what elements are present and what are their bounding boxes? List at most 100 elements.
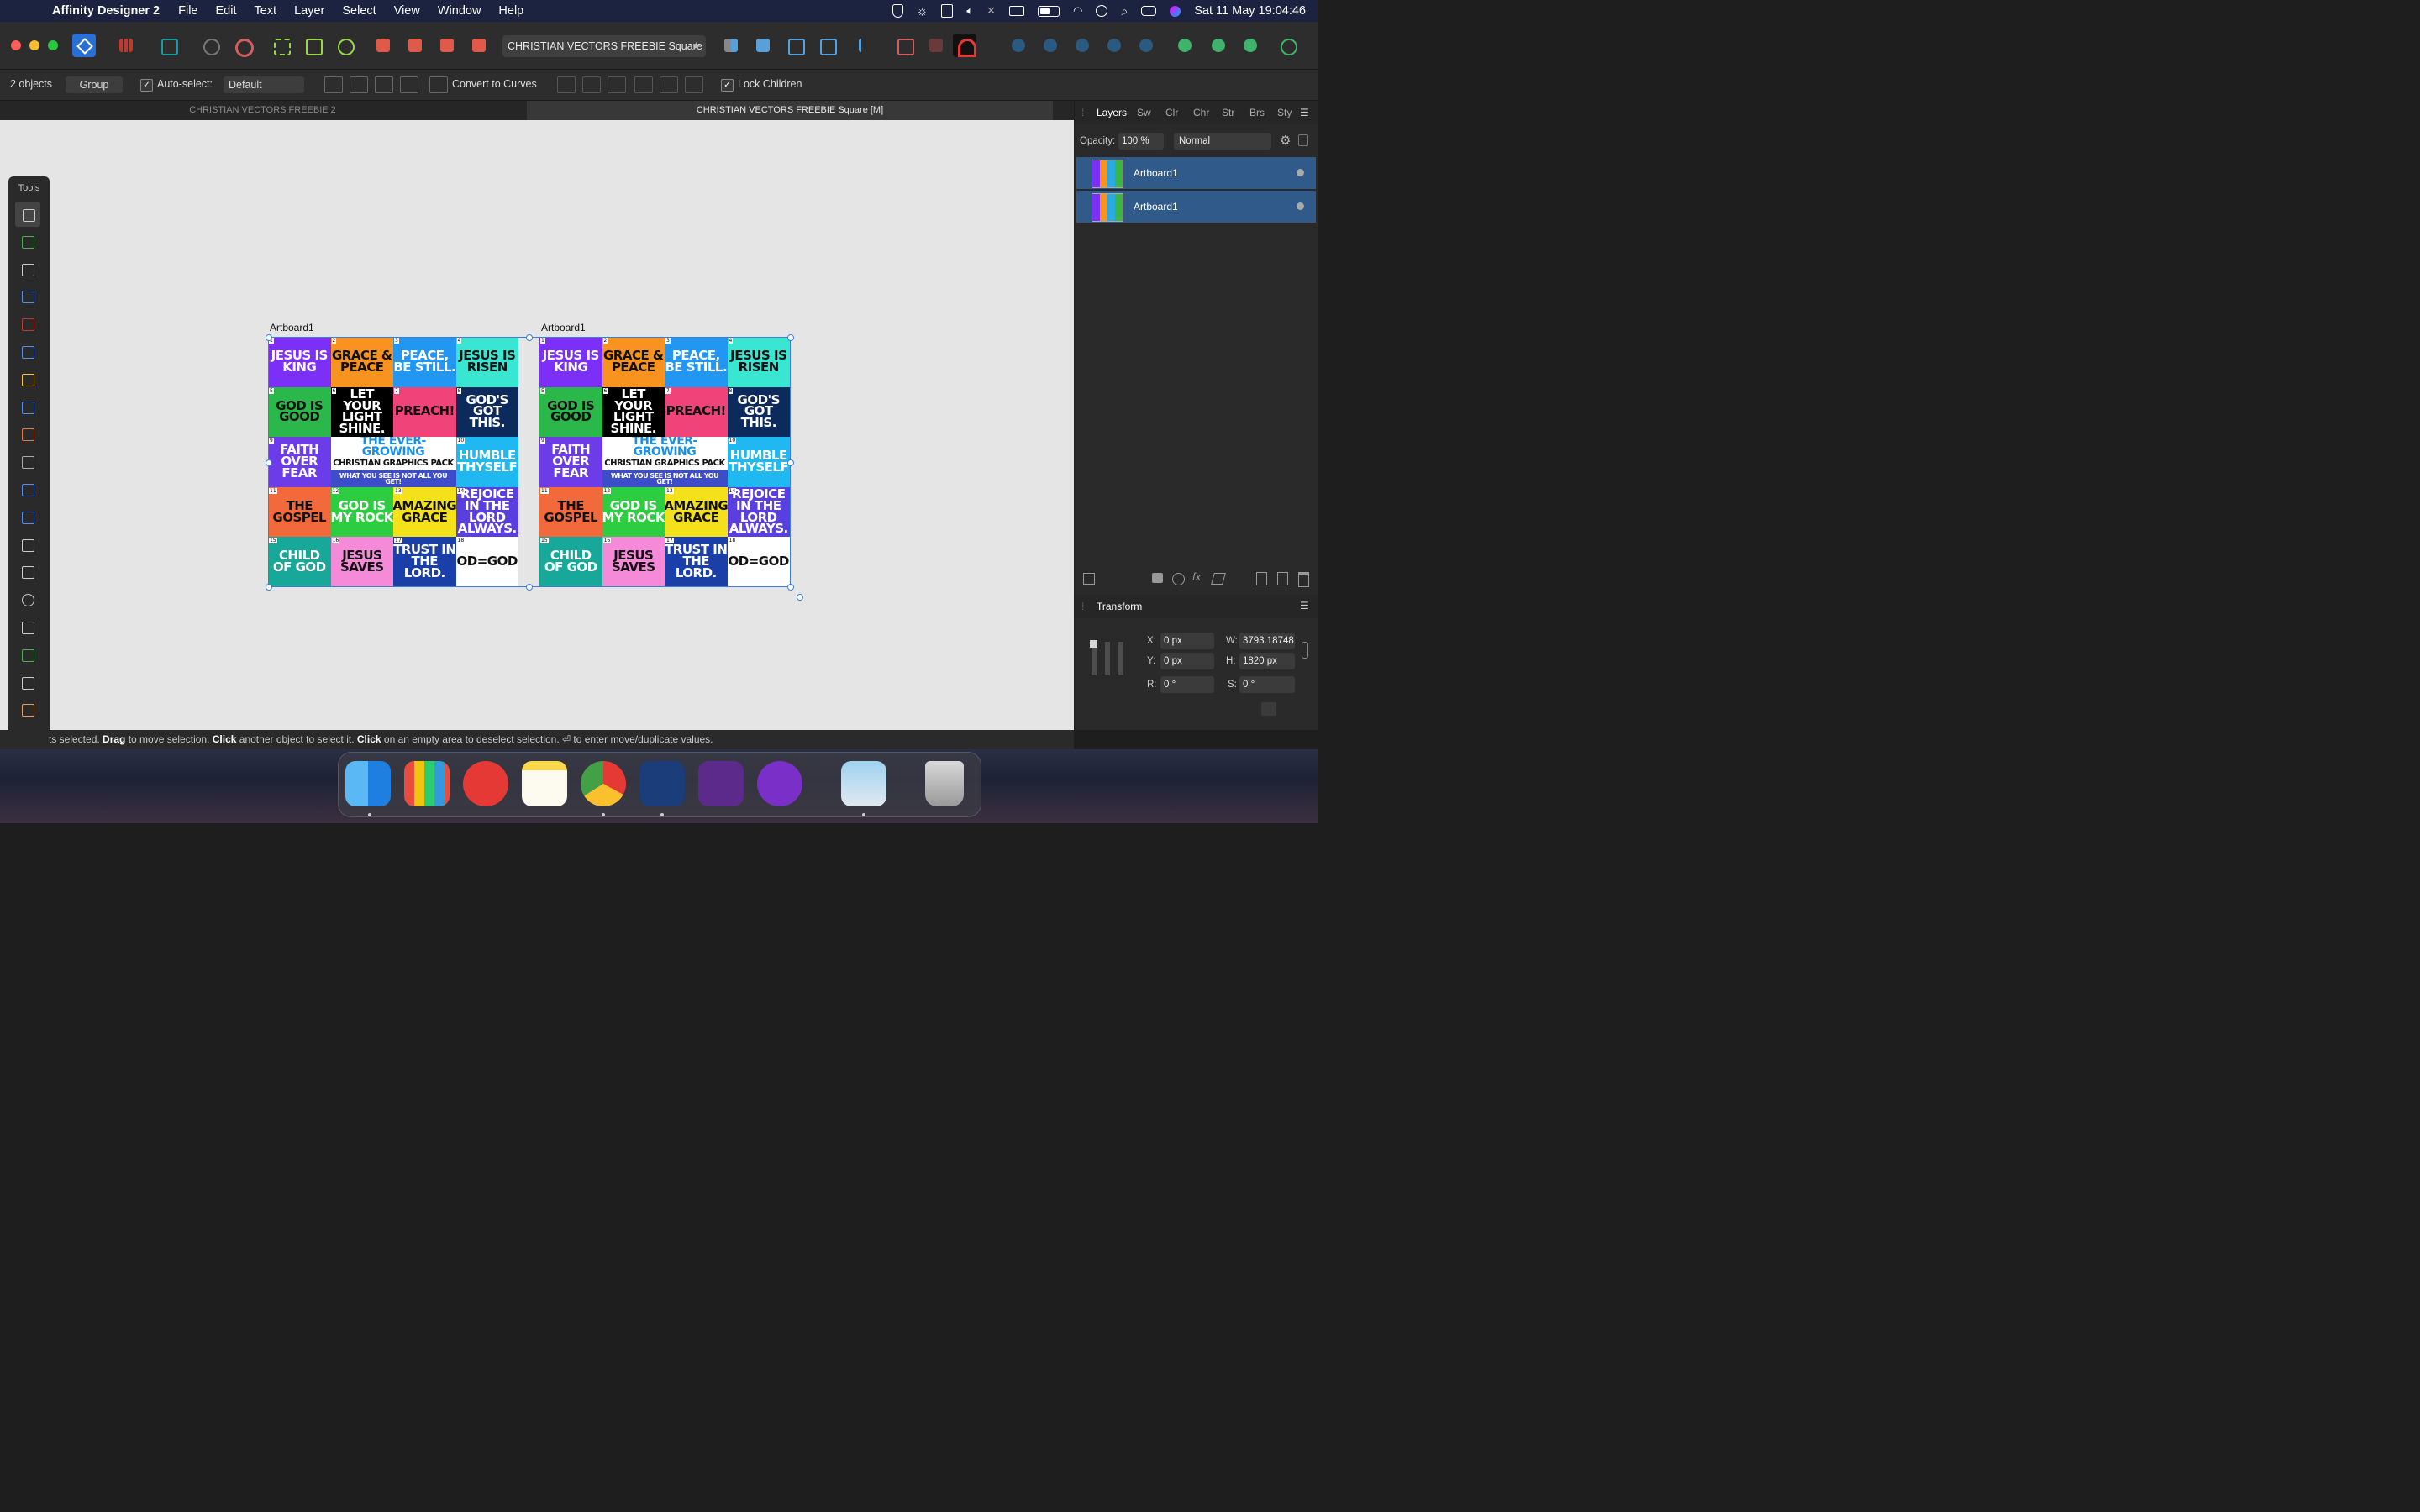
notes-icon[interactable] <box>522 761 567 806</box>
insert-inside-icon[interactable] <box>1239 34 1262 57</box>
brightness-icon[interactable]: ☼ <box>917 4 929 18</box>
artboard-tool-icon[interactable] <box>18 233 37 251</box>
transparency-tool-icon[interactable] <box>18 480 37 499</box>
battery-icon[interactable] <box>1038 5 1060 17</box>
trash-icon[interactable] <box>1298 572 1309 587</box>
account-user-icon[interactable] <box>1276 34 1299 57</box>
affinity-designer-icon[interactable] <box>639 761 685 806</box>
shapes-tool-icon[interactable] <box>18 646 37 664</box>
live-filter-icon[interactable] <box>1211 573 1226 585</box>
add-layer-icon[interactable] <box>1256 572 1267 585</box>
tab-brushes[interactable]: Brs <box>1249 107 1265 118</box>
zoom-window-button[interactable] <box>48 40 58 50</box>
rotate-left-icon[interactable] <box>783 34 807 57</box>
preview-icon[interactable] <box>841 761 886 806</box>
pen-tool-icon[interactable] <box>18 343 37 361</box>
tab-styles[interactable]: Sty <box>1277 107 1292 118</box>
close-window-button[interactable] <box>11 40 21 50</box>
canvas[interactable]: Artboard1 Artboard1 1 JESUS IS KING 2 GRACE… <box>0 120 1074 730</box>
place-image-icon[interactable] <box>18 508 37 527</box>
lock-aspect-ratio-icon[interactable] <box>1302 642 1308 659</box>
group-button[interactable]: Group <box>66 76 123 93</box>
transform-options-icon[interactable] <box>1261 702 1276 716</box>
launchpad-icon[interactable] <box>404 761 450 806</box>
tab-layers[interactable]: Layers <box>1097 107 1127 118</box>
selection-handle[interactable] <box>266 459 272 466</box>
snapping-magnet-icon[interactable] <box>953 34 976 57</box>
tab-color[interactable]: Clr <box>1165 107 1178 118</box>
menu-help[interactable]: Help <box>498 4 523 18</box>
tab-swatches[interactable]: Sw <box>1137 107 1151 118</box>
insert-top-icon[interactable] <box>1207 34 1230 57</box>
selection-handle[interactable] <box>787 459 794 466</box>
rectangle-tool-icon[interactable] <box>18 563 37 581</box>
x-field[interactable]: 0 px <box>1160 633 1214 649</box>
lock-children-checkbox[interactable]: ✓ <box>721 79 734 92</box>
blend-mode-dropdown[interactable]: Normal <box>1174 133 1271 150</box>
text-tool-icon[interactable] <box>18 674 37 692</box>
affinity-photo-icon[interactable] <box>698 761 744 806</box>
volume-icon[interactable]: 🔈︎ <box>966 4 973 18</box>
auto-select-checkbox[interactable]: ✓ <box>140 79 153 92</box>
convert-to-curves-icon[interactable] <box>429 76 448 93</box>
layer-name[interactable]: Artboard1 <box>1134 201 1178 213</box>
flip-horizontal-icon[interactable] <box>719 34 743 57</box>
artboard-label[interactable]: Artboard1 <box>541 322 586 333</box>
paint-brush-icon[interactable] <box>18 425 37 444</box>
spotlight-search-icon[interactable]: ⌕ <box>1121 4 1128 18</box>
insert-behind-icon[interactable] <box>1173 34 1197 57</box>
app-name-menu[interactable]: Affinity Designer 2 <box>52 4 160 18</box>
align-top-icon[interactable] <box>634 76 653 93</box>
ellipse-tool-icon[interactable] <box>18 591 37 609</box>
shear-field[interactable]: 0 ° <box>1239 676 1295 693</box>
vector-brush-icon[interactable] <box>18 398 37 417</box>
adjustment-icon[interactable] <box>1172 573 1185 585</box>
rounded-rect-icon[interactable] <box>18 618 37 637</box>
transform-origin-icon[interactable] <box>892 34 916 57</box>
layer-row[interactable]: Artboard1 <box>1076 157 1316 189</box>
selection-handle[interactable] <box>266 584 272 591</box>
align-menu-icon[interactable] <box>854 34 877 57</box>
layer-name[interactable]: Artboard1 <box>1134 167 1178 179</box>
snap-grid-icon[interactable] <box>301 34 324 57</box>
menu-edit[interactable]: Edit <box>215 4 236 18</box>
visibility-dot-icon[interactable] <box>1297 202 1304 210</box>
panel-menu-icon[interactable]: ☰ <box>1300 600 1309 612</box>
align-right-icon[interactable] <box>608 76 626 93</box>
align-center-icon[interactable] <box>582 76 601 93</box>
panels-icon[interactable] <box>941 4 954 18</box>
settings-gear-icon[interactable] <box>230 34 254 57</box>
selection-handle[interactable] <box>787 584 794 591</box>
menu-window[interactable]: Window <box>438 4 481 18</box>
boolean-intersect-icon[interactable] <box>1071 34 1094 57</box>
menu-select[interactable]: Select <box>342 4 376 18</box>
opacity-field[interactable]: 100 % <box>1118 133 1164 150</box>
artboard-label[interactable]: Artboard1 <box>270 322 314 333</box>
mail-icon[interactable] <box>463 761 508 806</box>
menu-layer[interactable]: Layer <box>294 4 324 18</box>
arrange-front-icon[interactable] <box>467 34 491 57</box>
grip-icon[interactable]: ⁞ <box>1081 601 1084 612</box>
clock[interactable]: Sat 11 May 19:04:46 <box>1194 4 1306 18</box>
anchor-point-selected[interactable] <box>1090 640 1097 648</box>
align-bottom-icon[interactable] <box>685 76 703 93</box>
designer-persona-icon[interactable] <box>72 34 96 57</box>
menu-view[interactable]: View <box>394 4 420 18</box>
bluetooth-off-icon[interactable]: ✕ <box>986 4 996 18</box>
crop-tool-icon[interactable] <box>18 536 37 554</box>
tab-character[interactable]: Chr <box>1193 107 1209 118</box>
fx-icon[interactable]: fx <box>1192 570 1201 583</box>
arrange-layers-icon[interactable] <box>1083 573 1095 585</box>
height-field[interactable]: 1820 px <box>1239 653 1295 669</box>
color-picker-icon[interactable] <box>18 701 37 719</box>
pixel-persona-icon[interactable] <box>114 34 138 57</box>
arrange-forward-icon[interactable] <box>435 34 459 57</box>
menu-text[interactable]: Text <box>254 4 276 18</box>
node-tool-icon[interactable] <box>18 260 37 279</box>
convert-to-curves-button[interactable]: Convert to Curves <box>452 78 537 90</box>
document-setup-icon[interactable] <box>198 34 222 57</box>
transform-origin-toggle-icon[interactable] <box>324 76 343 93</box>
siri-icon[interactable] <box>1170 5 1181 17</box>
boolean-add-icon[interactable] <box>1007 34 1030 57</box>
pencil-tool-icon[interactable] <box>18 370 37 389</box>
